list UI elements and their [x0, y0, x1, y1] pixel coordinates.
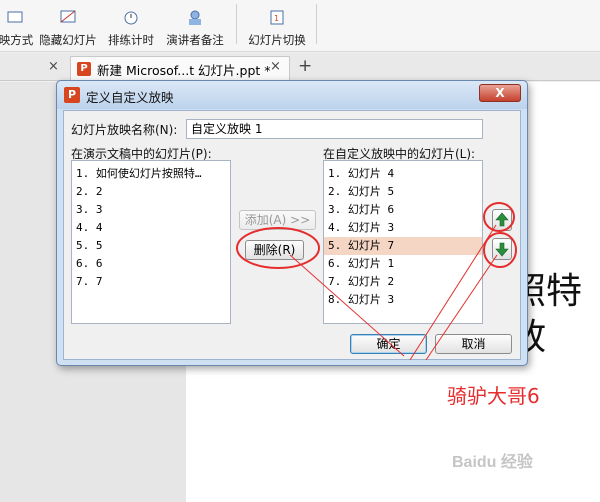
tab-active-document[interactable]: P 新建 Microsof...t 幻灯片.ppt * — [70, 56, 290, 81]
new-tab-icon[interactable]: + — [298, 56, 312, 76]
document-tab-bar: × P 新建 Microsof...t 幻灯片.ppt * × + — [0, 53, 600, 81]
custom-show-dialog: P 定义自定义放映 X 幻灯片放映名称(N): 自定义放映 1 在演示文稿中的幻… — [56, 80, 528, 366]
svg-text:1: 1 — [274, 14, 279, 23]
add-button[interactable]: 添加(A) >> — [239, 210, 316, 230]
close-active-tab-icon[interactable]: × — [270, 59, 281, 74]
dialog-title: 定义自定义放映 — [86, 90, 174, 105]
presentation-slides-list[interactable]: 1. 如何使幻灯片按照特… 2. 2 3. 3 4. 4 5. 5 6. 6 7. 7 — [71, 160, 231, 324]
move-down-button[interactable] — [492, 238, 512, 260]
custom-show-slides-list[interactable]: 1. 幻灯片 4 2. 幻灯片 5 3. 幻灯片 6 4. 幻灯片 3 5. 幻灯片 7… — [323, 160, 483, 324]
slide-transition-button[interactable]: 1 幻灯片切换 — [244, 0, 310, 48]
custom-show-slide-item[interactable]: 7. 幻灯片 2 — [324, 273, 482, 291]
custom-show-slide-item[interactable]: 6. 幻灯片 1 — [324, 255, 482, 273]
annotation-label: 骑驴大哥6 — [447, 384, 540, 408]
toolbar-separator — [236, 4, 237, 44]
show-name-label: 幻灯片放映名称(N): — [71, 123, 178, 137]
watermark: Baidu 经验 — [452, 454, 533, 471]
arrow-down-icon — [495, 242, 509, 257]
app-logo-icon: P — [64, 87, 80, 103]
arrow-up-icon — [495, 212, 509, 227]
hide-slide-icon — [60, 10, 76, 23]
remove-button[interactable]: 删除(R) — [245, 240, 304, 260]
tab-title: 新建 Microsof...t 幻灯片.ppt * — [97, 62, 271, 78]
presentation-slide-item[interactable]: 7. 7 — [72, 273, 230, 291]
move-up-button[interactable] — [492, 209, 512, 231]
presentation-slide-item[interactable]: 4. 4 — [72, 219, 230, 237]
hide-slide-button[interactable]: 隐藏幻灯片 — [36, 0, 100, 48]
speaker-notes-button[interactable]: 演讲者备注 — [162, 0, 228, 48]
cancel-button[interactable]: 取消 — [435, 334, 512, 354]
ribbon-toolbar: 映方式 隐藏幻灯片 排练计时 演讲者备注 1 幻灯片切换 — [0, 0, 600, 52]
presentation-slide-item[interactable]: 6. 6 — [72, 255, 230, 273]
close-tab-icon[interactable]: × — [48, 59, 59, 74]
custom-show-slide-item[interactable]: 1. 幻灯片 4 — [324, 165, 482, 183]
ppt-file-icon: P — [77, 62, 91, 76]
custom-show-slide-item[interactable]: 3. 幻灯片 6 — [324, 201, 482, 219]
custom-show-slide-item[interactable]: 2. 幻灯片 5 — [324, 183, 482, 201]
slide-transition-icon: 1 — [270, 10, 284, 25]
rehearse-timing-button[interactable]: 排练计时 — [106, 0, 156, 48]
presentation-slide-item[interactable]: 2. 2 — [72, 183, 230, 201]
custom-show-slide-item[interactable]: 8. 幻灯片 3 — [324, 291, 482, 309]
toolbar-separator — [316, 4, 317, 44]
speaker-notes-icon — [189, 10, 201, 25]
slide-show-setup-icon — [7, 11, 23, 23]
dialog-body: 幻灯片放映名称(N): 自定义放映 1 在演示文稿中的幻灯片(P): 1. 如何… — [63, 110, 521, 360]
close-dialog-button[interactable]: X — [479, 84, 521, 102]
presentation-slide-item[interactable]: 1. 如何使幻灯片按照特… — [72, 165, 230, 183]
slide-show-setup-button[interactable]: 映方式 — [0, 0, 33, 48]
custom-show-slide-item[interactable]: 5. 幻灯片 7 — [324, 237, 482, 255]
ok-button[interactable]: 确定 — [350, 334, 427, 354]
presentation-slide-item[interactable]: 3. 3 — [72, 201, 230, 219]
custom-show-slide-item[interactable]: 4. 幻灯片 3 — [324, 219, 482, 237]
rehearse-timing-icon — [124, 11, 138, 25]
presentation-slide-item[interactable]: 5. 5 — [72, 237, 230, 255]
show-name-input[interactable]: 自定义放映 1 — [186, 119, 483, 139]
dialog-titlebar[interactable]: P 定义自定义放映 X — [57, 81, 527, 109]
